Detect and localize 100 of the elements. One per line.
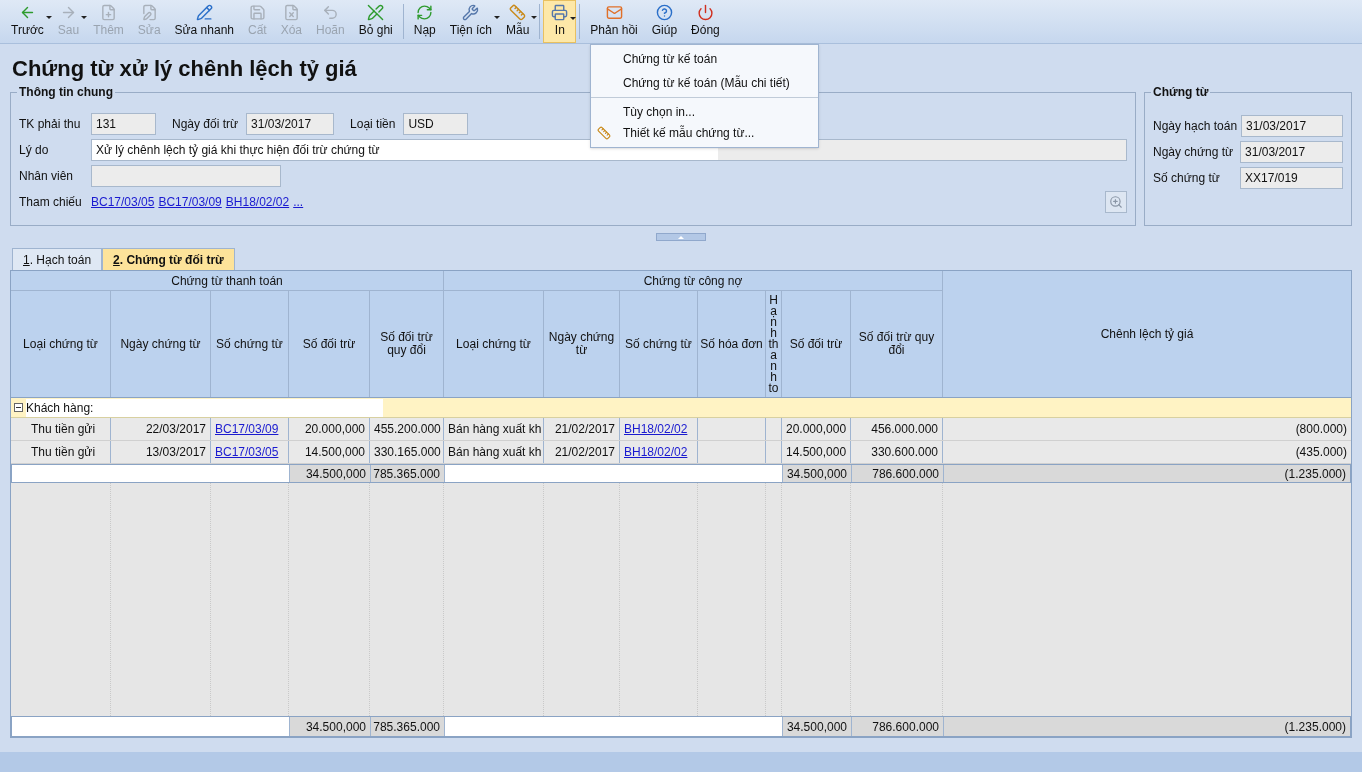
file-plus-icon: [100, 4, 117, 21]
pencil-icon: [195, 4, 213, 21]
table-cell: 22/03/2017: [111, 418, 211, 440]
file-edit-icon: [140, 4, 158, 21]
employee-field[interactable]: [91, 165, 281, 187]
table-link-cell[interactable]: BH18/02/02: [620, 441, 698, 463]
reason-field[interactable]: Xử lý chênh lệch tỷ giá khi thực hiện đối trừ chứng từ: [91, 139, 1127, 161]
date-field[interactable]: 31/03/2017: [246, 113, 335, 135]
field-label: Ngày chứng từ: [1153, 144, 1235, 161]
table-cell: 13/03/2017: [111, 441, 211, 463]
ruler-icon: [597, 126, 611, 140]
total-cell: 785.365.000: [371, 465, 445, 482]
table-cell: 14.500,000: [289, 441, 370, 463]
table-cell: 20.000,000: [782, 418, 851, 440]
collapse-handle[interactable]: [656, 233, 706, 241]
table-cell: Thu tiền gửi: [11, 441, 111, 463]
reference-link[interactable]: BC17/03/09: [158, 193, 222, 211]
voucher-field[interactable]: 31/03/2017: [1240, 141, 1343, 163]
toolbar-button[interactable]: Bỏ ghi: [351, 0, 400, 43]
table-row[interactable]: Thu tiền gửi 13/03/2017 BC17/03/05 14.500,000 330.165.000 Bán hàng xuất kh 21/02/2017 BH18/02/02 14.500,000 330.600.000 (435.000): [11, 441, 1351, 464]
column-header: Số đối trừ quy đổi: [370, 291, 444, 397]
total-cell: 785.365.000: [371, 717, 445, 736]
total-cell: 34.500,000: [290, 717, 371, 736]
column-header: Số hóa đơn: [698, 291, 766, 397]
table-link-cell[interactable]: BC17/03/09: [211, 418, 289, 440]
voucher-field[interactable]: XX17/019: [1240, 167, 1343, 189]
table-link-cell[interactable]: BC17/03/05: [211, 441, 289, 463]
help-icon: [655, 4, 673, 21]
column-header: Số đối trừ: [782, 291, 851, 397]
account-field[interactable]: 131: [91, 113, 156, 135]
toolbar-button[interactable]: Trước: [4, 0, 51, 43]
column-header: Chênh lệch tỷ giá: [1099, 326, 1195, 343]
currency-field[interactable]: USD: [403, 113, 469, 135]
group-row[interactable]: Khách hàng:: [11, 398, 1351, 418]
table-cell: 21/02/2017: [544, 441, 620, 463]
total-cell: 786.600.000: [852, 717, 944, 736]
file-delete-icon: [282, 4, 300, 21]
field-label: Ngày hạch toán: [1153, 118, 1237, 135]
column-header: Loại chứng từ: [11, 291, 111, 397]
column-header: Số đối trừ quy đổi: [851, 291, 943, 397]
caret-up-icon: [678, 235, 684, 239]
menu-item[interactable]: Chứng từ kế toán: [591, 47, 818, 71]
field-label: Loại tiền: [350, 116, 396, 133]
caret-icon: [45, 16, 52, 19]
column-group-header: Chứng từ thanh toán: [11, 271, 444, 290]
total-cell: 786.600.000: [852, 465, 944, 482]
table-cell: 20.000,000: [289, 418, 370, 440]
toolbar-button[interactable]: Phản hồi: [583, 0, 645, 43]
page-title: Chứng từ xử lý chênh lệch tỷ giá: [12, 54, 357, 83]
wrench-icon: [462, 4, 480, 21]
toolbar-button[interactable]: Giúp: [644, 0, 685, 43]
column-header: Hạnh thanh to: [766, 291, 782, 397]
table-cell: 21/02/2017: [544, 418, 620, 440]
table-cell: Bán hàng xuất kh: [444, 418, 544, 440]
column-header: Loại chứng từ: [444, 291, 544, 397]
menu-item[interactable]: Chứng từ kế toán (Mẫu chi tiết): [591, 71, 818, 95]
reference-link[interactable]: ...: [293, 193, 304, 211]
field-label: Tham chiếu: [19, 194, 83, 211]
table-link-cell[interactable]: BH18/02/02: [620, 418, 698, 440]
voucher-field[interactable]: 31/03/2017: [1241, 115, 1343, 137]
tab[interactable]: 2. Chứng từ đối trừ: [102, 248, 235, 270]
collapse-icon[interactable]: [14, 403, 23, 412]
menu-item[interactable]: Tùy chọn in...: [591, 97, 818, 121]
column-group-header: Chứng từ công nợ: [444, 271, 943, 290]
table-cell: 330.165.000: [370, 441, 444, 463]
undo-icon: [321, 4, 339, 21]
total-cell: (1.235.000): [944, 717, 1350, 736]
table-cell: 330.600.000: [851, 441, 943, 463]
reference-link[interactable]: BC17/03/05: [91, 193, 155, 211]
column-header: Ngày chứng từ: [111, 291, 211, 397]
caret-icon: [81, 16, 88, 19]
column-header: Số chứng từ: [620, 291, 698, 397]
group-label: Khách hàng:: [26, 398, 384, 417]
tab[interactable]: 1. Hạch toán: [12, 248, 103, 270]
printer-icon: [551, 4, 569, 21]
reference-link[interactable]: BH18/02/02: [225, 193, 290, 211]
group-title: Thông tin chung: [17, 84, 115, 100]
ruler-icon: [509, 4, 527, 21]
mail-icon: [605, 4, 623, 21]
table-cell: 455.200.000: [370, 418, 444, 440]
field-label: Lý do: [19, 142, 50, 159]
toolbar-button[interactable]: Sửa nhanh: [167, 0, 241, 43]
toolbar-button[interactable]: Nạp: [406, 0, 443, 43]
zoom-button[interactable]: [1105, 191, 1127, 213]
toolbar-button[interactable]: In: [543, 0, 577, 43]
table-cell-text: (435.000): [1294, 444, 1348, 461]
toolbar-button[interactable]: Đóng: [684, 0, 727, 43]
total-cell: 34.500,000: [290, 465, 371, 482]
table-cell-text: (800.000): [1294, 421, 1348, 438]
pen-cross-icon: [367, 4, 385, 21]
table-cell: 456.000.000: [851, 418, 943, 440]
group-title: Chứng từ: [1151, 84, 1211, 100]
column-header: Ngày chứng từ: [544, 291, 620, 397]
caret-icon: [494, 16, 500, 19]
table-row[interactable]: Thu tiền gửi 22/03/2017 BC17/03/09 20.000,000 455.200.000 Bán hàng xuất kh 21/02/2017 BH18/02/02 20.000,000 456.000.000 (800.000): [11, 418, 1351, 441]
table-cell: Thu tiền gửi: [11, 418, 111, 440]
table-cell: Bán hàng xuất kh: [444, 441, 544, 463]
power-icon: [696, 4, 714, 21]
field-label: Nhân viên: [19, 168, 75, 185]
toolbar-button[interactable]: Tiện ích: [442, 0, 499, 43]
